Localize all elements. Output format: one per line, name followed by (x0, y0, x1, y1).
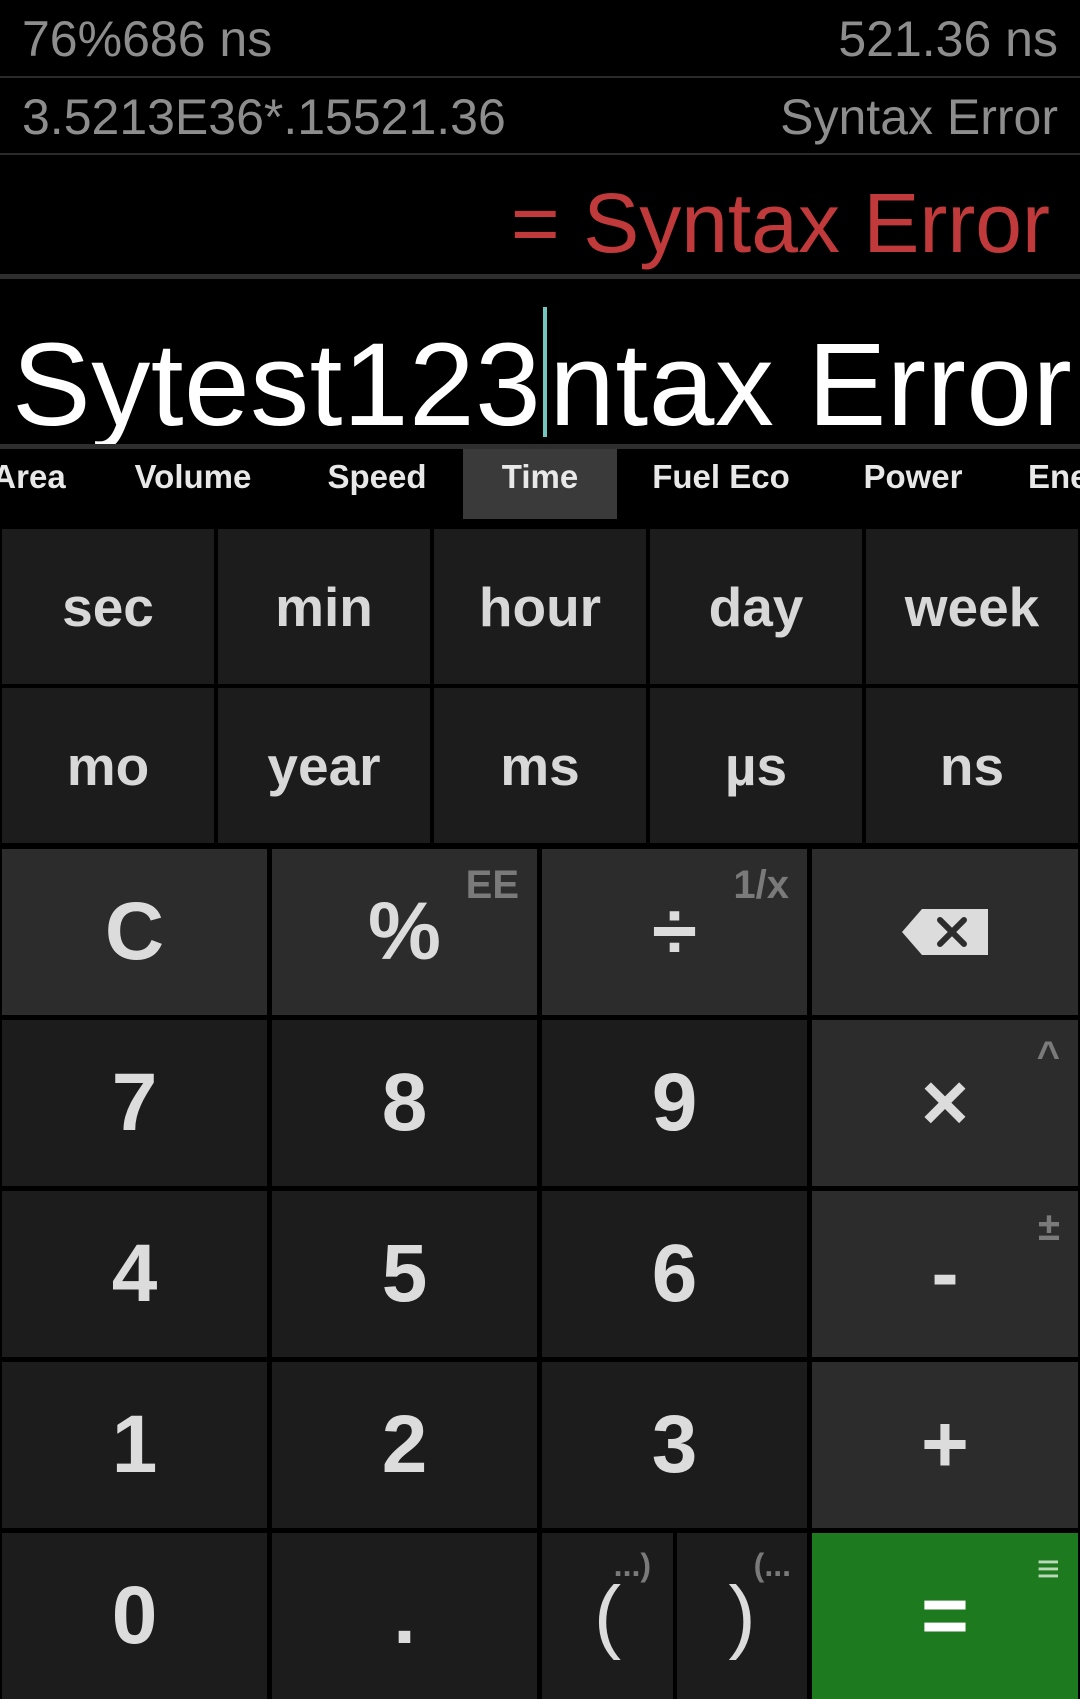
digit-label: 7 (111, 1057, 158, 1148)
minus-button[interactable]: - ± (812, 1191, 1078, 1357)
minus-label: - (931, 1228, 959, 1319)
percent-button[interactable]: % EE (272, 849, 537, 1015)
tab-volume[interactable]: Volume (108, 449, 278, 519)
expression-input[interactable]: Sytest123ntax Error (0, 279, 1080, 449)
history-row[interactable]: 3.5213E36*.15521.36 Syntax Error (0, 78, 1080, 155)
plus-minus-secondary-label: ± (1038, 1205, 1060, 1249)
input-text-before-cursor: Sytest123 (12, 319, 542, 449)
main-keypad: C % EE ÷ 1/x 7 8 9 × ^ 4 5 6 - ± 1 2 3 +… (0, 847, 1080, 1699)
unit-hour-button[interactable]: hour (434, 529, 646, 684)
close-paren-label: ) (728, 1570, 756, 1661)
percent-label: % (368, 886, 441, 977)
tab-speed[interactable]: Speed (292, 449, 462, 519)
digit-9-button[interactable]: 9 (542, 1020, 807, 1186)
digit-label: 8 (381, 1057, 428, 1148)
digit-label: 1 (111, 1399, 158, 1490)
digit-3-button[interactable]: 3 (542, 1362, 807, 1528)
unit-day-button[interactable]: day (650, 529, 862, 684)
multiply-button[interactable]: × ^ (812, 1020, 1078, 1186)
digit-7-button[interactable]: 7 (2, 1020, 267, 1186)
plus-button[interactable]: + (812, 1362, 1078, 1528)
unit-sec-button[interactable]: sec (2, 529, 214, 684)
tab-energy[interactable]: Ene (1028, 449, 1080, 519)
digit-4-button[interactable]: 4 (2, 1191, 267, 1357)
clear-button[interactable]: C (2, 849, 267, 1015)
backspace-button[interactable] (812, 849, 1078, 1015)
input-text-after-cursor: ntax Error (549, 319, 1073, 449)
unit-category-tabs: Area Volume Speed Time Fuel Eco Power En… (0, 449, 1080, 527)
unit-min-button[interactable]: min (218, 529, 430, 684)
digit-label: 5 (381, 1228, 428, 1319)
close-paren-button[interactable]: ) (... (677, 1533, 807, 1699)
digit-6-button[interactable]: 6 (542, 1191, 807, 1357)
equals-button[interactable]: = ≡ (812, 1533, 1078, 1699)
tab-time[interactable]: Time (463, 449, 617, 519)
backspace-icon (902, 909, 988, 955)
digit-5-button[interactable]: 5 (272, 1191, 537, 1357)
digit-label: 6 (651, 1228, 698, 1319)
digit-label: 3 (651, 1399, 698, 1490)
digit-label: 0 (111, 1570, 158, 1661)
tab-fuel-eco[interactable]: Fuel Eco (630, 449, 812, 519)
result-display: = Syntax Error (0, 155, 1080, 279)
history-result: 521.36 ns (838, 11, 1058, 67)
digit-label: 9 (651, 1057, 698, 1148)
unit-year-button[interactable]: year (218, 688, 430, 843)
power-secondary-label: ^ (1036, 1034, 1060, 1078)
history-expression: 76%686 ns (22, 11, 273, 67)
decimal-label: . (393, 1570, 416, 1661)
unit-week-button[interactable]: week (866, 529, 1078, 684)
tab-power[interactable]: Power (830, 449, 996, 519)
equals-label: = (921, 1570, 969, 1661)
text-cursor (543, 307, 548, 437)
open-paren-secondary-label: ...) (613, 1547, 651, 1583)
divide-label: ÷ (651, 886, 697, 977)
history-row[interactable]: 76%686 ns 521.36 ns (0, 0, 1080, 78)
clear-label: C (104, 886, 165, 977)
tab-area[interactable]: Area (0, 449, 66, 519)
divide-button[interactable]: ÷ 1/x (542, 849, 807, 1015)
decimal-point-button[interactable]: . (272, 1533, 537, 1699)
history-expression: 3.5213E36*.15521.36 (22, 89, 506, 145)
digit-label: 2 (381, 1399, 428, 1490)
result-text: = Syntax Error (510, 176, 1050, 270)
digit-label: 4 (111, 1228, 158, 1319)
digit-0-button[interactable]: 0 (2, 1533, 267, 1699)
menu-icon: ≡ (1036, 1547, 1060, 1591)
unit-keypad: sec min hour day week mo year ms µs ns (0, 527, 1080, 847)
open-paren-button[interactable]: ( ...) (542, 1533, 673, 1699)
close-paren-secondary-label: (... (753, 1547, 791, 1583)
ee-secondary-label: EE (465, 863, 519, 907)
reciprocal-secondary-label: 1/x (733, 863, 789, 907)
unit-ns-button[interactable]: ns (866, 688, 1078, 843)
plus-label: + (921, 1399, 969, 1490)
digit-8-button[interactable]: 8 (272, 1020, 537, 1186)
unit-ms-button[interactable]: ms (434, 688, 646, 843)
history-result: Syntax Error (780, 89, 1058, 145)
unit-us-button[interactable]: µs (650, 688, 862, 843)
unit-mo-button[interactable]: mo (2, 688, 214, 843)
digit-2-button[interactable]: 2 (272, 1362, 537, 1528)
digit-1-button[interactable]: 1 (2, 1362, 267, 1528)
multiply-label: × (921, 1057, 969, 1148)
